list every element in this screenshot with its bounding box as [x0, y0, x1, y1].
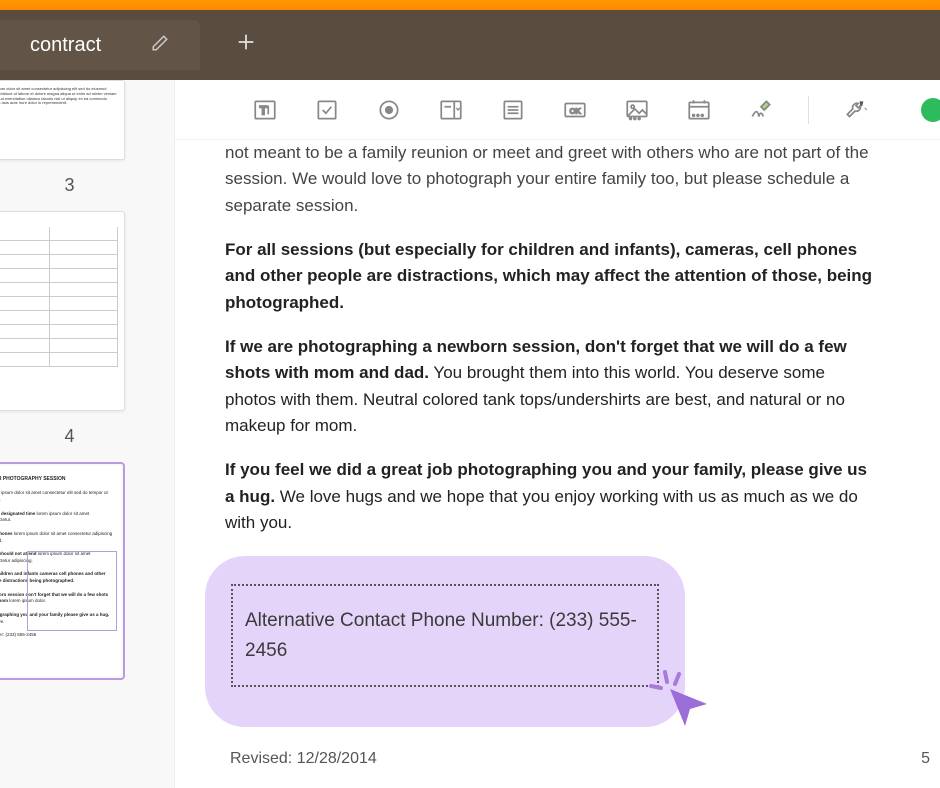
document-content: not meant to be a family reunion or meet…: [205, 140, 895, 727]
form-field-highlight: Alternative Contact Phone Number: (233) …: [205, 556, 685, 727]
paragraph-truncated: not meant to be a family reunion or meet…: [225, 140, 875, 219]
svg-text:T: T: [260, 103, 268, 117]
new-tab-button[interactable]: [235, 31, 257, 60]
button-tool-icon[interactable]: OK: [560, 95, 590, 125]
toolbar-separator: [808, 96, 809, 124]
thumbnail-sidebar[interactable]: Lorem ipsum dolor sit amet consectetur a…: [0, 80, 175, 788]
revised-date: Revised: 12/28/2014: [230, 750, 377, 768]
page-thumbnail-3[interactable]: ing!: [0, 211, 125, 411]
signature-tool-icon[interactable]: [746, 95, 776, 125]
cursor-click-indicator: [645, 664, 715, 742]
document-viewport[interactable]: not meant to be a family reunion or meet…: [175, 140, 940, 788]
list-tool-icon[interactable]: [498, 95, 528, 125]
app-window: contract Lorem ipsum dolor sit amet cons…: [0, 0, 940, 788]
date-tool-icon[interactable]: [684, 95, 714, 125]
radio-tool-icon[interactable]: [374, 95, 404, 125]
image-tool-icon[interactable]: [622, 95, 652, 125]
document-tab[interactable]: contract: [0, 20, 200, 70]
toolbar: T OK: [175, 80, 940, 140]
paragraph-newborn: If we are photographing a newborn sessio…: [225, 334, 875, 439]
page-number-3: 3: [0, 175, 164, 196]
page-number: 5: [921, 750, 930, 768]
status-indicator[interactable]: [921, 98, 940, 122]
tools-menu-icon[interactable]: [841, 95, 871, 125]
main-area: T OK: [175, 80, 940, 788]
body-area: Lorem ipsum dolor sit amet consectetur a…: [0, 80, 940, 788]
page-thumbnail-4-selected[interactable]: YOUR PHOTOGRAPHY SESSION Lorem ipsum dol…: [0, 462, 125, 680]
tab-bar: contract: [0, 10, 940, 80]
paragraph-distractions: For all sessions (but especially for chi…: [225, 237, 875, 316]
svg-text:OK: OK: [570, 106, 581, 115]
dropdown-tool-icon[interactable]: [436, 95, 466, 125]
edit-tab-icon[interactable]: [151, 34, 169, 57]
alt-contact-field-text: Alternative Contact Phone Number: (233) …: [245, 610, 637, 660]
checkbox-tool-icon[interactable]: [312, 95, 342, 125]
document-tab-label: contract: [30, 34, 101, 57]
paragraph-hug: If you feel we did a great job photograp…: [225, 457, 875, 536]
text-tool-icon[interactable]: T: [250, 95, 280, 125]
page-footer: Revised: 12/28/2014 5: [230, 750, 930, 768]
alt-contact-field[interactable]: Alternative Contact Phone Number: (233) …: [231, 584, 659, 687]
page-thumbnail-2[interactable]: Lorem ipsum dolor sit amet consectetur a…: [0, 80, 125, 160]
page-number-4: 4: [0, 426, 164, 447]
window-titlebar: [0, 0, 940, 10]
